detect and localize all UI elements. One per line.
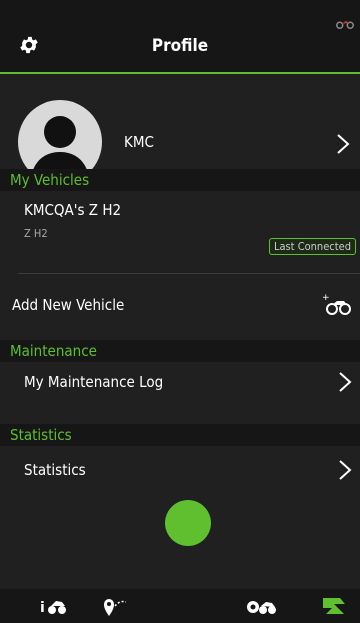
center-action-button[interactable]: [165, 500, 211, 546]
my-maintenance-log-row[interactable]: My Maintenance Log: [0, 364, 360, 400]
section-my-vehicles: My Vehicles: [0, 169, 360, 191]
bottom-nav: i: [0, 589, 360, 623]
add-motorcycle-icon: +: [322, 293, 351, 315]
add-vehicle-label: Add New Vehicle: [12, 296, 125, 314]
map-route-icon[interactable]: [102, 596, 130, 618]
motorcycle-settings-icon[interactable]: [245, 596, 277, 616]
chevron-right-icon: [337, 134, 350, 154]
statistics-row[interactable]: Statistics: [0, 452, 360, 488]
top-app-bar: Profile: [0, 0, 360, 74]
divider: [18, 273, 360, 274]
section-statistics: Statistics: [0, 424, 360, 446]
vehicle-name: KMCQA's Z H2: [24, 201, 122, 219]
chevron-right-icon: [339, 460, 352, 480]
profile-name: KMC: [124, 133, 154, 151]
status-badge: Last Connected: [268, 238, 356, 255]
svg-text:+: +: [322, 293, 330, 303]
motorcycle-icon: [336, 20, 354, 29]
info-motorcycle-icon[interactable]: i: [40, 596, 68, 616]
svg-text:i: i: [40, 600, 45, 616]
vehicle-model: Z H2: [24, 227, 48, 240]
statistics-label: Statistics: [24, 461, 86, 479]
section-maintenance: Maintenance: [0, 340, 360, 362]
add-new-vehicle-button[interactable]: Add New Vehicle +: [0, 286, 360, 326]
page-title: Profile: [151, 36, 209, 56]
chevron-right-icon: [339, 372, 352, 392]
brand-logo-icon[interactable]: [320, 596, 348, 616]
vehicle-item[interactable]: KMCQA's Z H2 Z H2 Last Connected: [0, 195, 360, 273]
maintenance-log-label: My Maintenance Log: [24, 373, 164, 391]
